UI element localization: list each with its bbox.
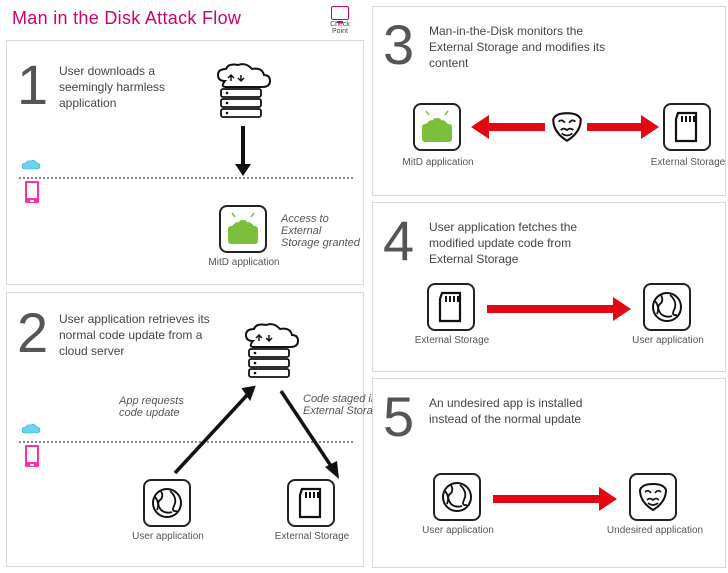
user-app-label: User application	[125, 531, 211, 542]
external-storage-icon	[427, 283, 475, 331]
mitd-app-label: MitD application	[393, 157, 483, 168]
monitor-modify-arrow	[471, 115, 661, 139]
boundary-line	[19, 177, 353, 179]
user-app-label: User application	[415, 525, 501, 536]
undesired-app-label: Undesired application	[605, 525, 705, 536]
mitd-app-label: MitD application	[205, 257, 283, 268]
cloud-server-icon	[207, 61, 277, 121]
access-granted-label: Access to External Storage granted	[281, 213, 361, 249]
user-app-icon	[643, 283, 691, 331]
checkpoint-icon	[331, 6, 349, 20]
panel-step-2: 2 User application retrieves its normal …	[6, 292, 364, 567]
step-number-2: 2	[17, 305, 48, 361]
user-app-icon	[433, 473, 481, 521]
brand-logo: Check Point	[322, 6, 358, 34]
external-storage-icon	[663, 103, 711, 151]
cloud-server-icon	[235, 321, 305, 381]
download-arrow-icon	[233, 126, 253, 180]
mini-cloud-icon	[21, 423, 41, 435]
step-text-2: User application retrieves its normal co…	[59, 311, 219, 360]
mini-phone-icon	[25, 181, 39, 203]
step-number-4: 4	[383, 213, 414, 269]
external-storage-icon	[287, 479, 335, 527]
brand-label: Check Point	[330, 21, 350, 35]
mitd-app-icon	[219, 205, 267, 253]
step-text-1: User downloads a seemingly harmless appl…	[59, 63, 199, 112]
step-number-3: 3	[383, 17, 414, 73]
install-arrow	[493, 487, 623, 511]
step-number-5: 5	[383, 389, 414, 445]
step-text-3: Man-in-the-Disk monitors the External St…	[429, 23, 609, 72]
step-text-4: User application fetches the modified up…	[429, 219, 609, 268]
mitd-app-icon	[413, 103, 461, 151]
mask-icon	[549, 109, 585, 145]
external-storage-label: External Storage	[645, 157, 728, 168]
panel-step-1: 1 User downloads a seemingly harmless ap…	[6, 40, 364, 285]
app-requests-label: App requests code update	[119, 395, 199, 419]
external-storage-label: External Storage	[409, 335, 495, 346]
diagram-title: Man in the Disk Attack Flow	[12, 8, 241, 29]
user-app-label: User application	[625, 335, 711, 346]
external-storage-label: External Storage	[269, 531, 355, 542]
step-number-1: 1	[17, 57, 48, 113]
panel-step-4: 4 User application fetches the modified …	[372, 202, 726, 372]
mini-phone-icon	[25, 445, 39, 467]
user-app-icon	[143, 479, 191, 527]
fetch-arrow	[487, 297, 637, 321]
mini-cloud-icon	[21, 159, 41, 171]
undesired-app-icon	[629, 473, 677, 521]
panel-step-5: 5 An undesired app is installed instead …	[372, 378, 726, 568]
step-text-5: An undesired app is installed instead of…	[429, 395, 599, 427]
panel-step-3: 3 Man-in-the-Disk monitors the External …	[372, 6, 726, 196]
